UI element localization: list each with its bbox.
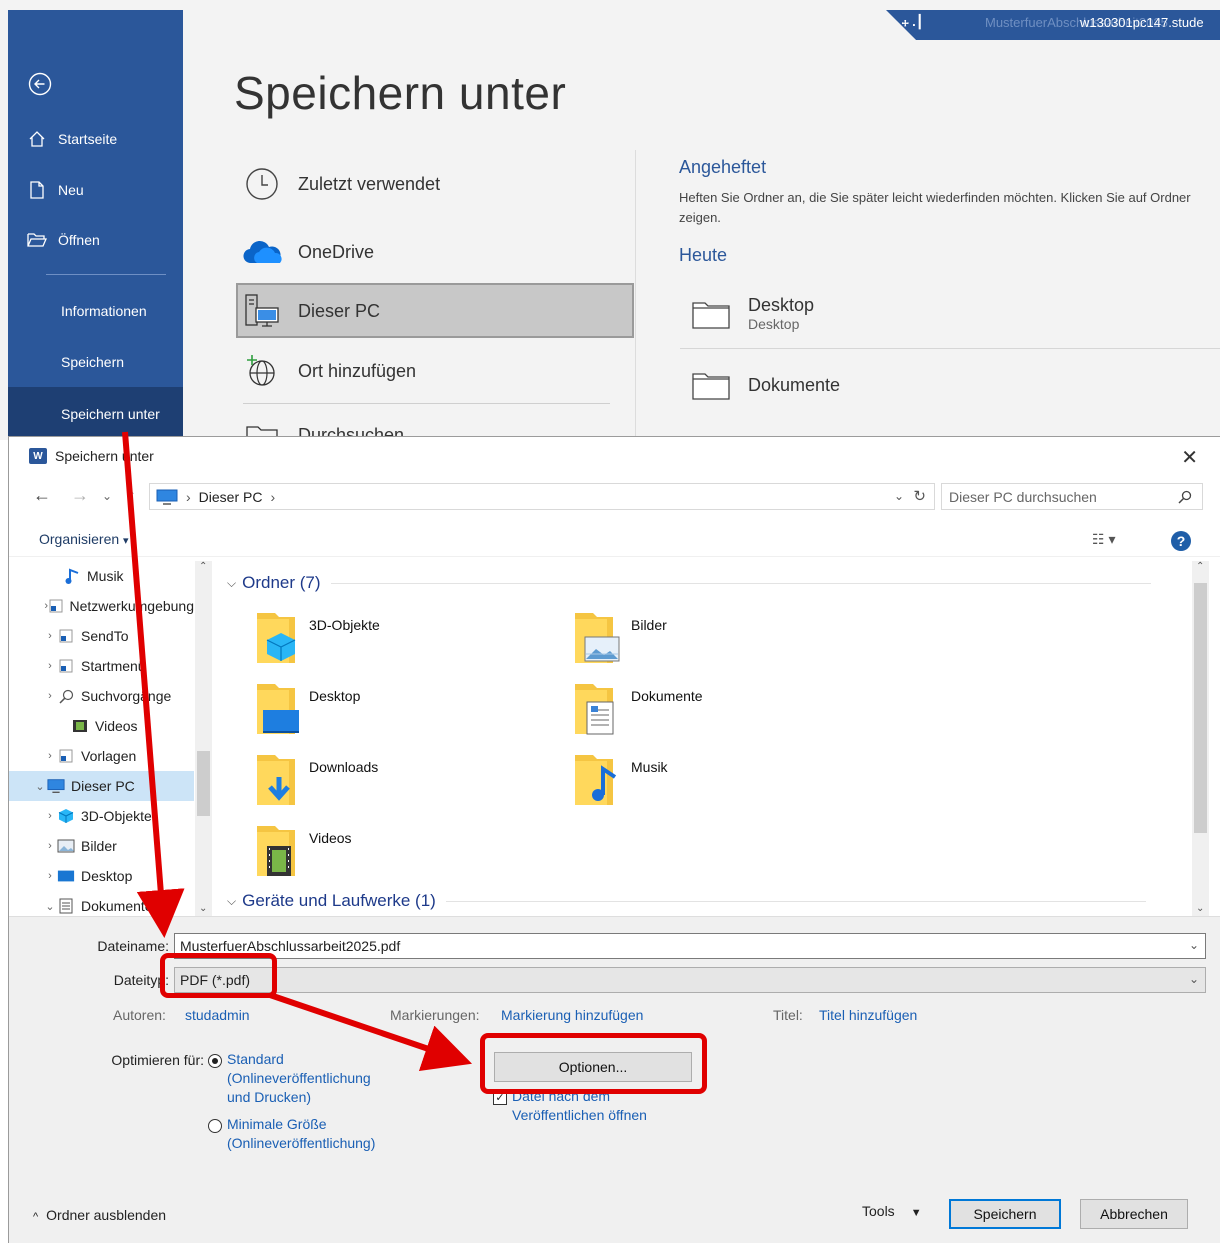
annotation-arrow-to-options xyxy=(269,992,473,1072)
annotation-arrows xyxy=(122,431,473,1072)
annotation-arrow-to-filename xyxy=(122,431,185,938)
